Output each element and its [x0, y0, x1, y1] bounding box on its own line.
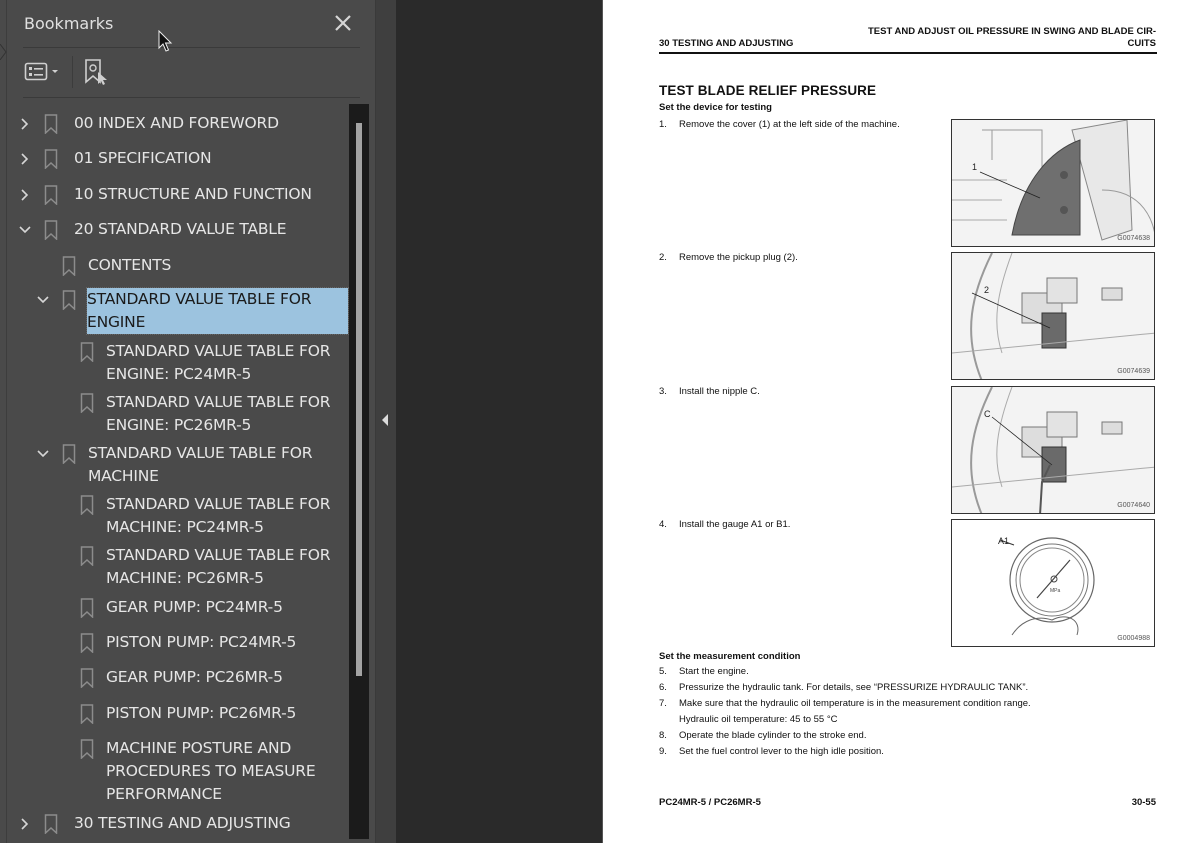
bookmark-scrollbar-thumb[interactable] — [356, 123, 362, 676]
step-item: 8. Operate the blade cylinder to the stro… — [659, 730, 867, 741]
pdf-page: 30 TESTING AND ADJUSTING TEST AND ADJUST… — [602, 0, 1200, 843]
bookmark-label: 01 SPECIFICATION — [74, 149, 212, 167]
close-icon — [335, 15, 351, 31]
bookmark-label: STANDARD VALUE TABLE FOR MACHINE: PC24MR… — [106, 495, 331, 536]
bookmark-icon — [80, 546, 94, 566]
bookmark-label: 30 TESTING AND ADJUSTING — [74, 814, 291, 832]
bookmark-icon — [80, 598, 94, 618]
pdf-viewer-app: Bookmarks 00 INDEX AND FOREWORD 01 SPECI… — [0, 0, 1200, 843]
bookmark-icon — [62, 444, 76, 464]
pickup-plug-illustration — [952, 253, 1154, 379]
figure-install-gauge[interactable]: MPa A1 G0004988 — [951, 519, 1155, 647]
figure-id: G0004988 — [1117, 635, 1150, 642]
dropdown-caret-icon — [52, 70, 58, 73]
figure-remove-plug[interactable]: 2 G0074639 — [951, 252, 1155, 380]
bookmark-label: GEAR PUMP: PC26MR-5 — [106, 668, 283, 686]
figure-callout: 1 — [972, 162, 978, 172]
bookmark-label: STANDARD VALUE TABLE FOR ENGINE: PC24MR-… — [106, 342, 331, 383]
add-bookmark-icon — [85, 59, 107, 85]
subsection-heading-setup: Set the device for testing — [659, 102, 772, 113]
bookmark-label: 20 STANDARD VALUE TABLE — [74, 220, 287, 238]
figure-callout: 2 — [984, 285, 990, 295]
figure-callout: C — [984, 409, 991, 419]
step-item: 9. Set the fuel control lever to the high… — [659, 746, 884, 757]
bookmark-options-button[interactable] — [24, 60, 64, 84]
chevron-down-icon[interactable] — [36, 293, 50, 307]
bookmark-label: CONTENTS — [88, 256, 172, 274]
chevron-down-icon[interactable] — [36, 447, 50, 461]
figure-remove-cover[interactable]: 1 G0074638 — [951, 119, 1155, 247]
running-header-right-line1: TEST AND ADJUST OIL PRESSURE IN SWING AN… — [867, 26, 1156, 37]
toolbar-separator — [72, 56, 73, 88]
step-item: 2. Remove the pickup plug (2). — [659, 252, 798, 263]
bookmarks-panel: Bookmarks 00 INDEX AND FOREWORD 01 SPECI… — [0, 0, 376, 843]
chevron-right-icon[interactable] — [18, 817, 32, 831]
chevron-right-icon[interactable] — [18, 117, 32, 131]
running-header-left: 30 TESTING AND ADJUSTING — [659, 38, 794, 49]
subsection-heading-measurement: Set the measurement condition — [659, 651, 801, 662]
bookmark-icon — [80, 704, 94, 724]
bookmark-label: STANDARD VALUE TABLE FOR ENGINE — [86, 287, 349, 335]
nipple-install-illustration — [952, 387, 1154, 513]
bookmark-icon — [80, 739, 94, 759]
step-item: 7. Make sure that the hydraulic oil tempe… — [659, 698, 1031, 709]
page-footer-model: PC24MR-5 / PC26MR-5 — [659, 797, 761, 808]
bookmark-icon — [80, 342, 94, 362]
chevron-down-icon[interactable] — [18, 223, 32, 237]
bookmark-label: STANDARD VALUE TABLE FOR MACHINE — [88, 444, 313, 485]
pressure-gauge-illustration: MPa — [952, 520, 1154, 646]
bookmark-icon — [80, 633, 94, 653]
step-item: 1. Remove the cover (1) at the left side … — [659, 119, 900, 130]
figure-id: G0074640 — [1117, 502, 1150, 509]
page-number: 30-55 — [1131, 797, 1156, 808]
chevron-right-icon[interactable] — [18, 188, 32, 202]
mouse-pointer-icon — [158, 30, 173, 52]
section-title: TEST BLADE RELIEF PRESSURE — [659, 83, 877, 98]
header-rule — [659, 52, 1157, 54]
machine-cover-illustration — [952, 120, 1154, 246]
bookmark-icon — [62, 256, 76, 276]
figure-callout: A1 — [998, 536, 1010, 546]
toolbar-divider — [23, 97, 360, 98]
bookmark-icon — [80, 393, 94, 413]
bookmark-icon — [44, 814, 58, 834]
bookmark-label: 10 STRUCTURE AND FUNCTION — [74, 185, 312, 203]
collapse-panel-icon — [382, 414, 388, 426]
running-header-right: TEST AND ADJUST OIL PRESSURE IN SWING AN… — [816, 26, 1156, 50]
header-divider — [23, 47, 360, 48]
bookmark-icon — [80, 668, 94, 688]
list-options-icon — [24, 62, 58, 81]
add-bookmark-button[interactable] — [84, 58, 110, 86]
document-viewer[interactable]: 30 TESTING AND ADJUSTING TEST AND ADJUST… — [396, 0, 1200, 843]
running-header-right-line2: CUITS — [1127, 38, 1157, 49]
gauge-unit: MPa — [1050, 588, 1061, 594]
step-item: 3. Install the nipple C. — [659, 386, 760, 397]
bookmark-icon — [80, 495, 94, 515]
bookmark-label: GEAR PUMP: PC24MR-5 — [106, 598, 283, 616]
bookmark-icon — [44, 220, 58, 240]
panel-notch-icon — [0, 44, 7, 60]
bookmark-label: STANDARD VALUE TABLE FOR ENGINE: PC26MR-… — [106, 393, 331, 434]
bookmark-label: PISTON PUMP: PC24MR-5 — [106, 633, 297, 651]
panel-title: Bookmarks — [24, 14, 114, 33]
bookmark-icon — [44, 114, 58, 134]
close-panel-button[interactable] — [332, 12, 354, 34]
step-item: Hydraulic oil temperature: 45 to 55 °C — [679, 714, 838, 725]
step-item: 6. Pressurize the hydraulic tank. For det… — [659, 682, 1029, 693]
bookmark-icon — [62, 290, 76, 310]
chevron-right-icon[interactable] — [18, 152, 32, 166]
collapse-panel-button[interactable] — [376, 0, 396, 843]
figure-id: G0074639 — [1117, 368, 1150, 375]
figure-id: G0074638 — [1117, 235, 1150, 242]
bookmark-icon — [44, 185, 58, 205]
step-item: 4. Install the gauge A1 or B1. — [659, 519, 791, 530]
bookmark-label: 00 INDEX AND FOREWORD — [74, 114, 279, 132]
bookmark-label: STANDARD VALUE TABLE FOR MACHINE: PC26MR… — [106, 546, 331, 587]
bookmark-label: PISTON PUMP: PC26MR-5 — [106, 704, 297, 722]
figure-install-nipple[interactable]: C G0074640 — [951, 386, 1155, 514]
bookmark-icon — [44, 149, 58, 169]
bookmark-label: MACHINE POSTURE AND PROCEDURES TO MEASUR… — [106, 739, 316, 803]
step-item: 5. Start the engine. — [659, 666, 749, 677]
bookmark-tree: 00 INDEX AND FOREWORD 01 SPECIFICATION 10 … — [0, 104, 350, 843]
